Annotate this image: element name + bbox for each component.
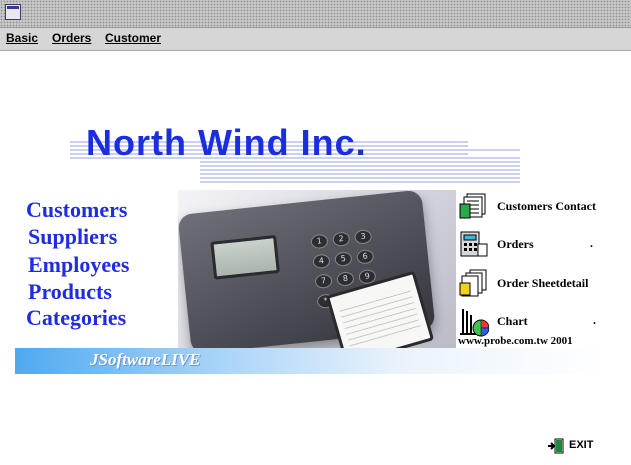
exit-door-icon bbox=[547, 437, 565, 460]
customers-contact-label: Customers Contact bbox=[497, 199, 596, 213]
nav-customers[interactable]: Customers bbox=[26, 198, 127, 222]
nav-employees[interactable]: Employees bbox=[28, 253, 129, 277]
nav-products[interactable]: Products bbox=[28, 280, 112, 304]
order-sheetdetail-label: Order Sheetdetail bbox=[497, 276, 589, 290]
brand-text: JSoftwareLIVE bbox=[90, 350, 201, 369]
nav-categories[interactable]: Categories bbox=[26, 306, 126, 330]
exit-label: EXIT bbox=[569, 439, 594, 451]
menu-bar: Basic Orders Customer bbox=[0, 28, 631, 51]
chart-label: Chart bbox=[497, 314, 528, 328]
calculator-icon bbox=[459, 230, 489, 258]
menu-orders[interactable]: Orders bbox=[52, 31, 91, 45]
orders-label: Orders bbox=[497, 237, 534, 251]
website-credit: www.probe.com.tw 2001 bbox=[458, 335, 573, 347]
documents-icon bbox=[459, 269, 489, 297]
pie-chart-icon bbox=[459, 307, 490, 337]
nav-suppliers[interactable]: Suppliers bbox=[28, 225, 117, 249]
window-title-bar[interactable] bbox=[0, 0, 631, 28]
company-title: North Wind Inc. bbox=[86, 122, 367, 163]
window-icon[interactable] bbox=[5, 4, 21, 20]
menu-customer[interactable]: Customer bbox=[105, 31, 161, 45]
phone-display bbox=[210, 234, 280, 280]
contacts-list-icon bbox=[459, 192, 489, 220]
menu-basic[interactable]: Basic bbox=[6, 31, 38, 45]
phone-organizer-photo: 123 456 789 *0# bbox=[178, 190, 456, 358]
